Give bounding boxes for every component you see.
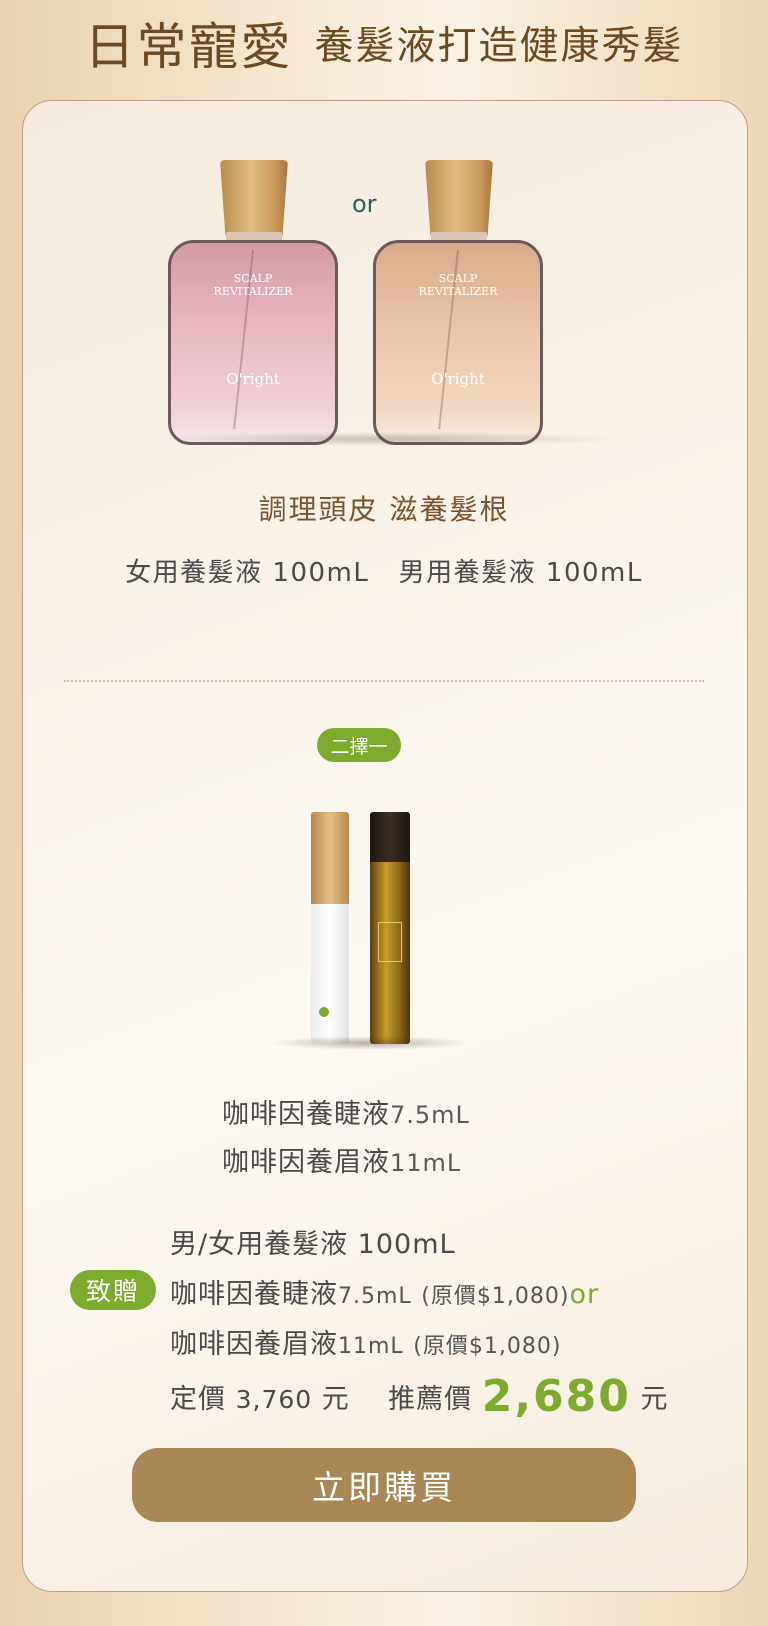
offer-item-size: 11mL (338, 1334, 404, 1359)
eyebrow-serum-bottle (370, 812, 410, 1044)
or-label: or (569, 1279, 600, 1310)
bottle-label: REVITALIZER (418, 285, 498, 298)
buy-now-button[interactable]: 立即購買 (132, 1448, 636, 1522)
choose-one-badge: 二擇一 (317, 728, 401, 762)
bottle-brand: O'right (226, 370, 280, 388)
bottle-label: SCALP (438, 272, 478, 285)
list-price-label: 定價 (170, 1384, 226, 1415)
offer-line-tonic: 男/女用養髮液 100mL (170, 1229, 456, 1260)
eyelash-serum-label: 咖啡因養睫液7.5mL (222, 1092, 470, 1131)
serum-image (300, 812, 420, 1048)
offer-line-eyelash: 咖啡因養睫液7.5mL (原價$1,080)or (170, 1272, 599, 1311)
bottle-brand: O'right (431, 370, 485, 388)
hair-tonic-products: 女用養髮液 100mL 男用養髮液 100mL (125, 558, 643, 588)
recommended-price-label: 推薦價 (388, 1384, 473, 1415)
offer-item-name: 咖啡因養睫液 (170, 1279, 338, 1310)
benefit-subhead: 調理頭皮 滋養髮根 (258, 493, 510, 526)
gift-badge: 致贈 (70, 1270, 156, 1310)
recommended-price-unit: 元 (640, 1384, 669, 1415)
headline-sub: 養髮液打造健康秀髮 (314, 24, 684, 69)
bottle-label: SCALP (233, 272, 273, 285)
list-price-unit: 元 (321, 1384, 350, 1415)
women-hair-tonic-bottle: SCALP REVITALIZER O'right (168, 160, 338, 445)
offer-line-eyebrow: 咖啡因養眉液11mL (原價$1,080) (170, 1322, 561, 1361)
bottle-label: REVITALIZER (213, 285, 293, 298)
price-line: 定價 3,760 元 推薦價 2,680 元 (170, 1368, 669, 1422)
serum-name: 咖啡因養眉液 (222, 1147, 390, 1178)
original-price: (原價$1,080) (421, 1284, 570, 1309)
or-label: or (352, 190, 377, 218)
serum-shadow (270, 1036, 470, 1050)
recommended-price: 2,680 (481, 1371, 631, 1422)
eyelash-serum-bottle (311, 812, 349, 1044)
page-headline: 日常寵愛 養髮液打造健康秀髮 (0, 8, 768, 78)
original-price: (原價$1,080) (413, 1334, 562, 1359)
offer-item-name: 咖啡因養眉液 (170, 1329, 338, 1360)
serum-size: 11mL (390, 1149, 462, 1177)
serum-name: 咖啡因養睫液 (222, 1099, 390, 1130)
headline-main: 日常寵愛 (84, 18, 293, 76)
serum-size: 7.5mL (390, 1101, 470, 1129)
section-divider (64, 680, 704, 682)
list-price: 3,760 (235, 1385, 313, 1414)
men-hair-tonic-bottle: SCALP REVITALIZER O'right (373, 160, 543, 445)
offer-item-size: 7.5mL (338, 1284, 412, 1309)
bottle-shadow (160, 432, 620, 446)
eyebrow-serum-label: 咖啡因養眉液11mL (222, 1140, 461, 1179)
